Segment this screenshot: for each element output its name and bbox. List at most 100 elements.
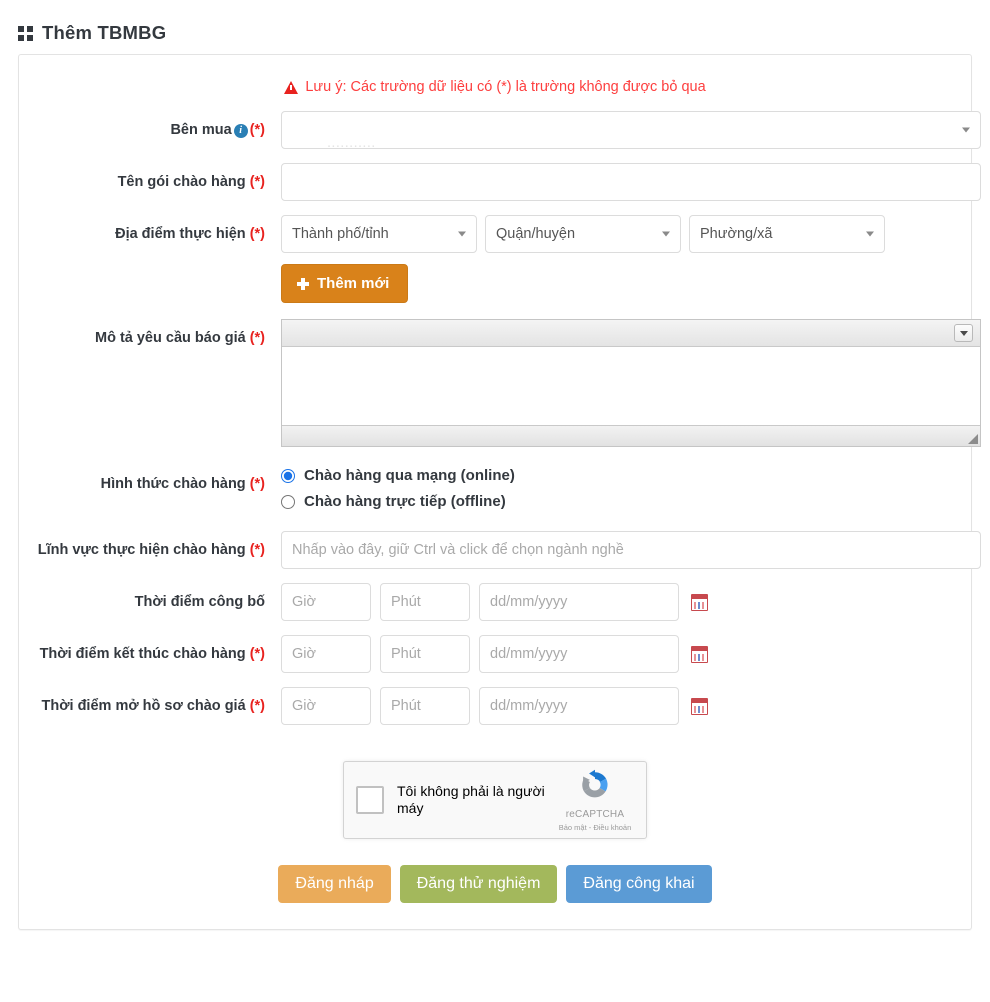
ward-select-wrapper: Phường/xã <box>689 215 885 253</box>
district-select[interactable]: Quận/huyện <box>485 215 681 253</box>
package-name-input[interactable] <box>281 163 981 201</box>
end-time-date-input[interactable] <box>479 635 679 673</box>
field-row-package-name: Tên gói chào hàng (*) <box>33 163 981 201</box>
calendar-icon[interactable] <box>691 593 708 611</box>
quote-description-label: Mô tả yêu cầu báo giá (*) <box>33 319 281 349</box>
publish-public-button[interactable]: Đăng công khai <box>566 865 712 903</box>
buyer-select-wrapper: ........... <box>281 111 981 149</box>
open-time-required-mark: (*) <box>249 698 265 714</box>
recaptcha-brand-name: reCAPTCHA <box>565 809 625 820</box>
add-location-label: Thêm mới <box>317 275 390 292</box>
offer-type-option-online[interactable]: Chào hàng qua mạng (online) <box>281 465 957 484</box>
open-time-control <box>281 687 957 725</box>
recaptcha-widget: Tôi không phải là người máy reCAPTCHA Bả… <box>343 761 647 839</box>
location-label: Địa điểm thực hiện (*) <box>33 215 281 245</box>
sector-label-text: Lĩnh vực thực hiện chào hàng <box>37 542 246 558</box>
buyer-control: ........... <box>281 111 981 149</box>
offer-type-label-online[interactable]: Chào hàng qua mạng (online) <box>304 467 515 484</box>
save-draft-button[interactable]: Đăng nháp <box>278 865 391 903</box>
location-control: Thành phố/tỉnh Quận/huyện Phường/xã Thêm… <box>281 215 957 303</box>
open-time-minute-input[interactable] <box>380 687 470 725</box>
package-name-required-mark: (*) <box>249 174 265 190</box>
plus-icon <box>297 277 309 290</box>
end-time-hour-input[interactable] <box>281 635 371 673</box>
grid-2x2-icon <box>18 26 33 41</box>
end-time-control <box>281 635 957 673</box>
buyer-select[interactable] <box>281 111 981 149</box>
sector-control <box>281 531 981 569</box>
buyer-required-mark: (*) <box>249 122 265 138</box>
warning-triangle-icon <box>284 80 299 94</box>
location-selects: Thành phố/tỉnh Quận/huyện Phường/xã <box>281 215 957 253</box>
sector-label: Lĩnh vực thực hiện chào hàng (*) <box>33 531 281 561</box>
recaptcha-brand: reCAPTCHA Bảo mật - Điều khoản <box>556 768 634 832</box>
add-location-button[interactable]: Thêm mới <box>281 264 409 303</box>
end-time-label: Thời điểm kết thúc chào hàng (*) <box>33 635 281 665</box>
province-select-wrapper: Thành phố/tỉnh <box>281 215 477 253</box>
package-name-label: Tên gói chào hàng (*) <box>33 163 281 193</box>
form-card: Lưu ý: Các trường dữ liệu có (*) là trườ… <box>18 54 981 930</box>
offer-type-control: Chào hàng qua mạng (online) Chào hàng tr… <box>281 465 957 517</box>
sector-required-mark: (*) <box>249 542 265 558</box>
end-time-inputs <box>281 635 957 673</box>
location-required-mark: (*) <box>249 226 265 242</box>
end-time-label-text: Thời điểm kết thúc chào hàng <box>39 646 246 662</box>
open-time-label: Thời điểm mở hồ sơ chào giá (*) <box>33 687 281 717</box>
field-row-open-time: Thời điểm mở hồ sơ chào giá (*) <box>33 687 957 725</box>
rich-text-editor <box>281 319 981 447</box>
offer-type-label: Hình thức chào hàng (*) <box>33 465 281 495</box>
form-actions: Đăng nháp Đăng thử nghiệm Đăng công khai <box>33 849 957 903</box>
page-title: Thêm TBMBG <box>42 22 167 43</box>
district-select-wrapper: Quận/huyện <box>485 215 681 253</box>
resize-grip-icon[interactable] <box>968 434 978 444</box>
calendar-icon[interactable] <box>691 697 708 715</box>
end-time-required-mark: (*) <box>249 646 265 662</box>
offer-type-option-offline[interactable]: Chào hàng trực tiếp (offline) <box>281 491 957 510</box>
page-header: Thêm TBMBG <box>0 0 990 54</box>
quote-description-label-text: Mô tả yêu cầu báo giá <box>94 330 246 346</box>
publish-time-hour-input[interactable] <box>281 583 371 621</box>
field-row-end-time: Thời điểm kết thúc chào hàng (*) <box>33 635 957 673</box>
recaptcha-checkbox[interactable] <box>356 786 384 814</box>
quote-description-control <box>281 319 981 447</box>
location-label-text: Địa điểm thực hiện <box>115 226 246 242</box>
recaptcha-links[interactable]: Bảo mật - Điều khoản <box>556 823 634 832</box>
recaptcha-label: Tôi không phải là người máy <box>397 782 545 817</box>
editor-toolbar <box>282 320 980 347</box>
field-row-offer-type: Hình thức chào hàng (*) Chào hàng qua mạ… <box>33 465 957 517</box>
offer-type-label-text: Hình thức chào hàng <box>100 476 246 492</box>
recaptcha-logo-icon <box>582 769 608 798</box>
publish-test-button[interactable]: Đăng thử nghiệm <box>399 865 558 903</box>
offer-type-label-offline[interactable]: Chào hàng trực tiếp (offline) <box>304 493 506 510</box>
offer-type-radio-offline[interactable] <box>281 494 295 509</box>
info-circle-icon[interactable]: i <box>233 124 248 138</box>
buyer-label: Bên mua i (*) <box>33 111 281 141</box>
ward-select[interactable]: Phường/xã <box>689 215 885 253</box>
end-time-minute-input[interactable] <box>380 635 470 673</box>
province-select[interactable]: Thành phố/tỉnh <box>281 215 477 253</box>
field-row-buyer: Bên mua i (*) ........... <box>33 111 981 149</box>
field-row-location: Địa điểm thực hiện (*) Thành phố/tỉnh Qu… <box>33 215 957 303</box>
required-fields-notice: Lưu ý: Các trường dữ liệu có (*) là trườ… <box>33 75 957 111</box>
quote-description-required-mark: (*) <box>249 330 265 346</box>
quote-description-editor-body[interactable] <box>282 347 980 425</box>
publish-time-date-input[interactable] <box>479 583 679 621</box>
captcha-section: Tôi không phải là người máy reCAPTCHA Bả… <box>33 739 957 849</box>
offer-type-radio-online[interactable] <box>281 468 295 483</box>
open-time-date-input[interactable] <box>479 687 679 725</box>
publish-time-inputs <box>281 583 957 621</box>
toolbar-dropdown-icon[interactable] <box>954 324 973 342</box>
field-row-publish-time: Thời điểm công bố <box>33 583 957 621</box>
page-root: Thêm TBMBG Lưu ý: Các trường dữ liệu có … <box>0 0 990 1002</box>
open-time-hour-input[interactable] <box>281 687 371 725</box>
offer-type-required-mark: (*) <box>249 476 265 492</box>
calendar-icon[interactable] <box>691 645 708 663</box>
publish-time-label-text: Thời điểm công bố <box>134 594 265 610</box>
field-row-quote-description: Mô tả yêu cầu báo giá (*) <box>33 319 981 447</box>
field-row-sector: Lĩnh vực thực hiện chào hàng (*) <box>33 531 981 569</box>
sector-input[interactable] <box>281 531 981 569</box>
buyer-label-text: Bên mua <box>170 122 232 138</box>
publish-time-label: Thời điểm công bố <box>33 583 281 613</box>
open-time-label-text: Thời điểm mở hồ sơ chào giá <box>41 698 246 714</box>
publish-time-minute-input[interactable] <box>380 583 470 621</box>
